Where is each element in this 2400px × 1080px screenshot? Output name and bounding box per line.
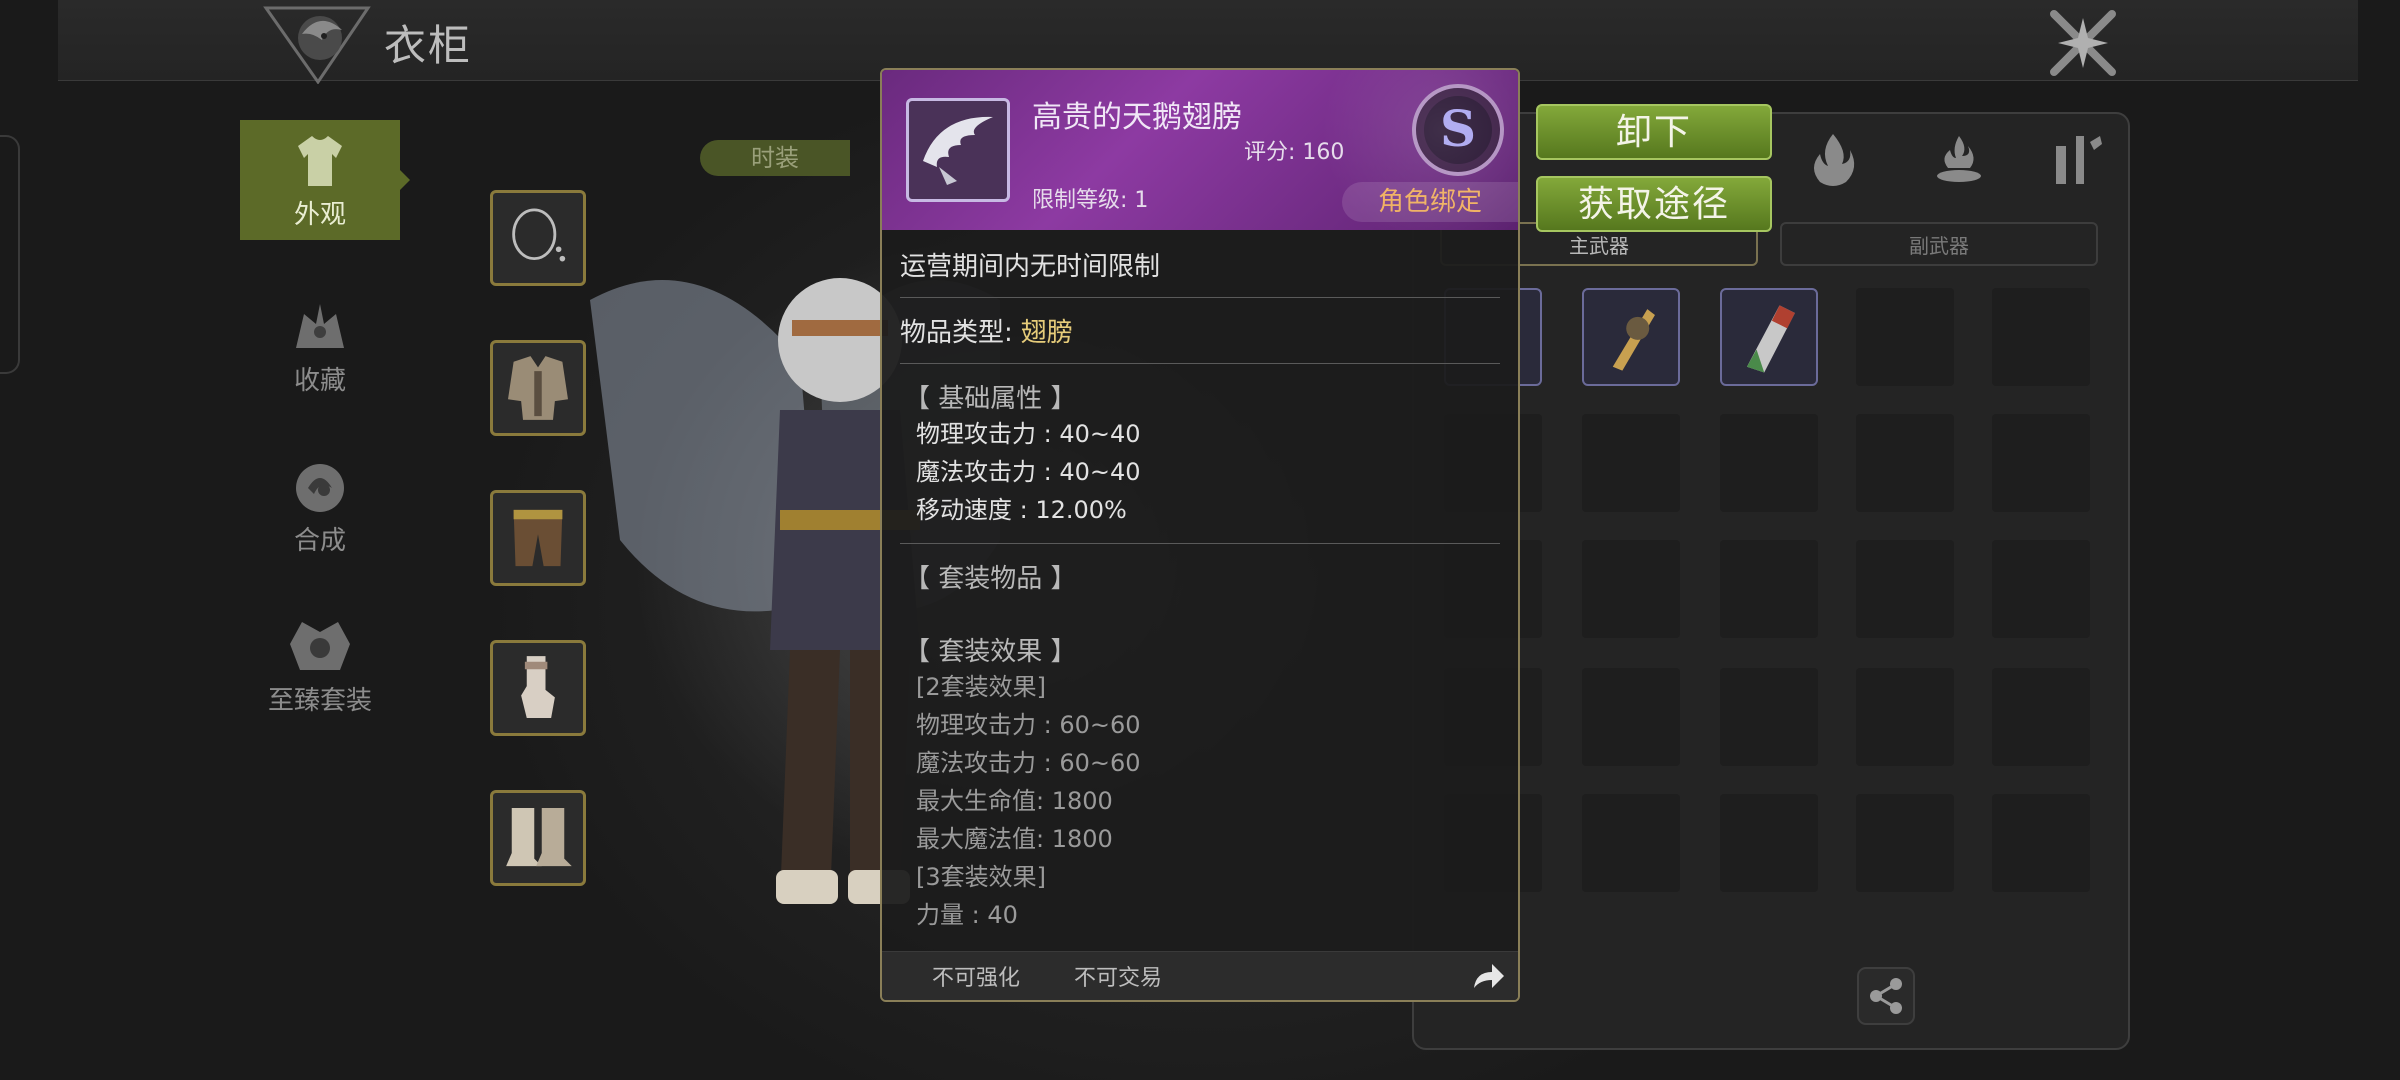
tooltip-header: 高贵的天鹅翅膀 评分: 160 限制等级: 1 S 角色绑定 xyxy=(882,70,1518,230)
bind-status: 角色绑定 xyxy=(1342,182,1518,222)
swan-wing-icon xyxy=(923,116,993,185)
item-type: 物品类型: 翅膀 xyxy=(900,312,1500,349)
nav-synthesis[interactable]: 合成 xyxy=(240,446,400,566)
unequip-button[interactable]: 卸下 xyxy=(1536,104,1772,160)
set2-title: [2套装效果] xyxy=(916,673,1046,701)
nav-premium-set-label: 至臻套装 xyxy=(267,686,372,716)
tricolor-sword-icon xyxy=(1746,305,1795,373)
inventory-item-2[interactable] xyxy=(1582,288,1680,386)
golden-blade-icon xyxy=(1612,309,1655,371)
nav-collection-label: 收藏 xyxy=(293,366,346,396)
set3-title: [3套装效果] xyxy=(916,863,1046,891)
grade-badge: S xyxy=(1412,84,1504,176)
empty-cell[interactable] xyxy=(1992,288,2090,386)
collection-icon xyxy=(296,304,344,348)
set3-attr: 力量 : 40 xyxy=(916,901,1018,929)
item-type-label: 物品类型: xyxy=(900,318,1013,348)
tooltip-footer: 不可强化 不可交易 xyxy=(882,951,1518,1000)
tooltip-body: 运营期间内无时间限制 物品类型: 翅膀 【 基础属性 】 物理攻击力 : 40~4… xyxy=(882,230,1518,1000)
item-name: 高贵的天鹅翅膀 xyxy=(1032,100,1242,135)
divider xyxy=(900,543,1500,544)
slot-gloves[interactable] xyxy=(490,640,586,736)
empty-cell[interactable] xyxy=(1856,794,1954,892)
nav-outfit[interactable]: 外观 xyxy=(240,120,400,240)
sub-weapon-label: 副武器 xyxy=(1909,234,1969,258)
empty-cell[interactable] xyxy=(1582,794,1680,892)
nav-active-pointer xyxy=(400,170,410,190)
item-score: 评分: 160 xyxy=(1244,140,1345,165)
slot-necklace[interactable] xyxy=(490,190,586,286)
slot-pants[interactable] xyxy=(490,490,586,586)
empty-cell[interactable] xyxy=(1720,794,1818,892)
synthesis-icon xyxy=(296,464,344,512)
set2-attr: 魔法攻击力 : 60~60 xyxy=(916,749,1141,777)
coat-icon xyxy=(508,356,568,420)
slot-boots[interactable] xyxy=(490,790,586,886)
empty-cell[interactable] xyxy=(1582,414,1680,512)
necklace-icon xyxy=(512,208,566,262)
close-icon[interactable] xyxy=(2048,8,2118,78)
nav-premium-set[interactable]: 至臻套装 xyxy=(250,606,390,726)
premium-set-icon xyxy=(290,622,350,670)
divider xyxy=(900,297,1500,298)
page-title: 衣柜 xyxy=(384,21,473,70)
base-attrs-title: 【 基础属性 】 xyxy=(904,384,1077,414)
glove-icon xyxy=(521,656,555,718)
empty-cell[interactable] xyxy=(1720,414,1818,512)
empty-cell[interactable] xyxy=(1856,540,1954,638)
set2-attr: 物理攻击力 : 60~60 xyxy=(916,711,1141,739)
level-limit: 限制等级: 1 xyxy=(1032,188,1149,213)
no-trade-tag: 不可交易 xyxy=(1074,966,1163,991)
empty-cell[interactable] xyxy=(1720,540,1818,638)
flame-icon[interactable] xyxy=(1802,128,1864,190)
base-attr: 移动速度 : 12.00% xyxy=(916,496,1127,524)
nav-outfit-label: 外观 xyxy=(293,200,346,230)
empty-cell[interactable] xyxy=(1856,414,1954,512)
item-type-value: 翅膀 xyxy=(1020,318,1073,348)
item-icon-frame xyxy=(906,98,1010,202)
set2-attr: 最大生命值: 1800 xyxy=(916,787,1113,815)
dragon-emblem-icon xyxy=(263,6,371,84)
forward-arrow-icon[interactable] xyxy=(1470,958,1506,994)
main-weapon-label: 主武器 xyxy=(1569,234,1629,258)
boots-icon xyxy=(506,808,572,867)
pants-icon xyxy=(513,509,563,567)
grade-letter: S xyxy=(1440,99,1476,158)
slot-coat[interactable] xyxy=(490,340,586,436)
inventory-item-3[interactable] xyxy=(1720,288,1818,386)
fire-bowl-icon[interactable] xyxy=(1928,128,1990,190)
set-items-title: 【 套装物品 】 xyxy=(904,564,1077,594)
empty-cell[interactable] xyxy=(1856,668,1954,766)
empty-cell[interactable] xyxy=(1856,288,1954,386)
nav-collection[interactable]: 收藏 xyxy=(240,286,400,406)
empty-cell[interactable] xyxy=(1582,540,1680,638)
base-attr: 物理攻击力 : 40~40 xyxy=(916,420,1141,448)
empty-cell[interactable] xyxy=(1992,668,2090,766)
empty-cell[interactable] xyxy=(1992,414,2090,512)
set2-attr: 最大魔法值: 1800 xyxy=(916,825,1113,853)
outfit-icon xyxy=(298,136,342,186)
set-effect-title: 【 套装效果 】 xyxy=(904,637,1077,667)
tab-fashion[interactable]: 时装 xyxy=(700,140,850,176)
share-icon[interactable] xyxy=(1856,966,1916,1026)
empty-cell[interactable] xyxy=(1720,668,1818,766)
no-enhance-tag: 不可强化 xyxy=(932,966,1021,991)
tab-sub-weapon[interactable]: 副武器 xyxy=(1780,222,2098,266)
empty-cell[interactable] xyxy=(1582,668,1680,766)
empty-cell[interactable] xyxy=(1992,540,2090,638)
time-limit: 运营期间内无时间限制 xyxy=(900,252,1161,282)
item-tooltip: 高贵的天鹅翅膀 评分: 160 限制等级: 1 S 角色绑定 运营期间内无时间限… xyxy=(880,68,1520,1002)
obtain-route-button[interactable]: 获取途径 xyxy=(1536,176,1772,232)
divider xyxy=(900,363,1500,364)
nav-synthesis-label: 合成 xyxy=(293,526,346,556)
base-attr: 魔法攻击力 : 40~40 xyxy=(916,458,1141,486)
weapon-rack-icon[interactable] xyxy=(2046,128,2108,190)
side-drawer-handle[interactable] xyxy=(0,135,20,374)
empty-cell[interactable] xyxy=(1992,794,2090,892)
